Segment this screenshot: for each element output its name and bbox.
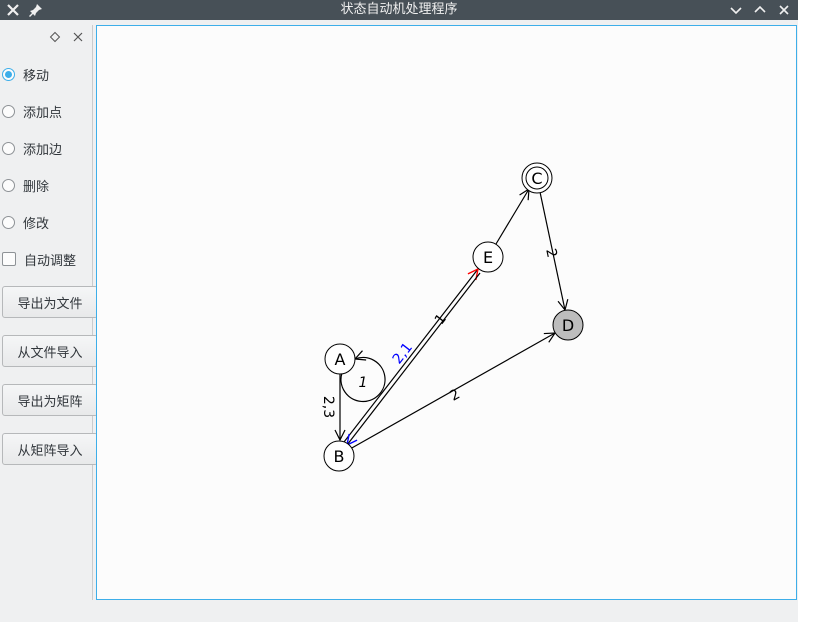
title-bar: 状态自动机处理程序 — [0, 0, 798, 20]
graph-canvas[interactable]: 2,3 1 2,1 2 2 1 A B C D E — [96, 25, 797, 600]
node-label: A — [335, 350, 346, 369]
import-file-button[interactable]: 从文件导入 — [2, 335, 98, 367]
mode-add-node-option[interactable]: 添加点 — [2, 102, 63, 121]
automaton-graph[interactable]: 2,3 1 2,1 2 2 1 A B C D E — [97, 26, 796, 599]
radio-button[interactable] — [2, 141, 15, 155]
close-icon[interactable] — [776, 2, 792, 18]
edge-e-c[interactable] — [495, 189, 529, 245]
app-window: 状态自动机处理程序 移动 添加点 添加边 删除 修改 自动调整 导出为文件 从文… — [0, 0, 798, 622]
mode-edit-option[interactable]: 修改 — [2, 213, 50, 232]
auto-adjust-option[interactable]: 自动调整 — [2, 250, 77, 269]
node-c-accepting[interactable]: C — [521, 162, 553, 194]
mode-add-edge-option[interactable]: 添加边 — [2, 139, 63, 158]
node-label: B — [334, 447, 345, 466]
radio-button[interactable] — [2, 178, 15, 192]
option-label: 自动调整 — [24, 253, 77, 269]
node-label: C — [531, 169, 542, 188]
node-a[interactable]: A — [324, 343, 356, 375]
radio-button[interactable] — [2, 104, 15, 118]
node-label: D — [562, 316, 574, 335]
import-matrix-button[interactable]: 从矩阵导入 — [2, 433, 98, 465]
radio-button[interactable] — [2, 215, 15, 229]
float-dock-icon[interactable] — [49, 31, 61, 43]
option-label: 添加边 — [23, 142, 63, 158]
option-label: 添加点 — [23, 105, 63, 121]
edge-e-b[interactable] — [347, 272, 481, 445]
status-bar — [0, 600, 798, 622]
maximize-chevron-up-icon[interactable] — [752, 2, 768, 18]
mode-move-option[interactable]: 移动 — [2, 65, 50, 84]
node-label: E — [483, 248, 493, 267]
export-file-button[interactable]: 导出为文件 — [2, 286, 98, 318]
edge-label-c-d: 2 — [542, 247, 560, 259]
minimize-chevron-down-icon[interactable] — [728, 2, 744, 18]
tool-dock-panel: 移动 添加点 添加边 删除 修改 自动调整 导出为文件 从文件导入 导出为矩阵 … — [0, 25, 98, 600]
auto-adjust-checkbox[interactable] — [2, 252, 16, 266]
edge-label-a-b: 2,3 — [320, 396, 336, 418]
node-e[interactable]: E — [472, 241, 504, 273]
close-dock-icon[interactable] — [72, 31, 84, 43]
mode-delete-option[interactable]: 删除 — [2, 176, 50, 195]
option-label: 删除 — [23, 179, 50, 195]
radio-button[interactable] — [2, 67, 15, 81]
node-d-selected[interactable]: D — [552, 309, 584, 341]
edge-label-e-b: 2,1 — [390, 340, 416, 367]
edge-label-b-d: 2 — [447, 386, 463, 404]
window-title: 状态自动机处理程序 — [340, 2, 458, 17]
option-label: 移动 — [23, 68, 50, 84]
export-matrix-button[interactable]: 导出为矩阵 — [2, 384, 98, 416]
option-label: 修改 — [23, 216, 50, 232]
node-b[interactable]: B — [323, 440, 355, 472]
edge-label-a-a: 1 — [359, 375, 368, 391]
